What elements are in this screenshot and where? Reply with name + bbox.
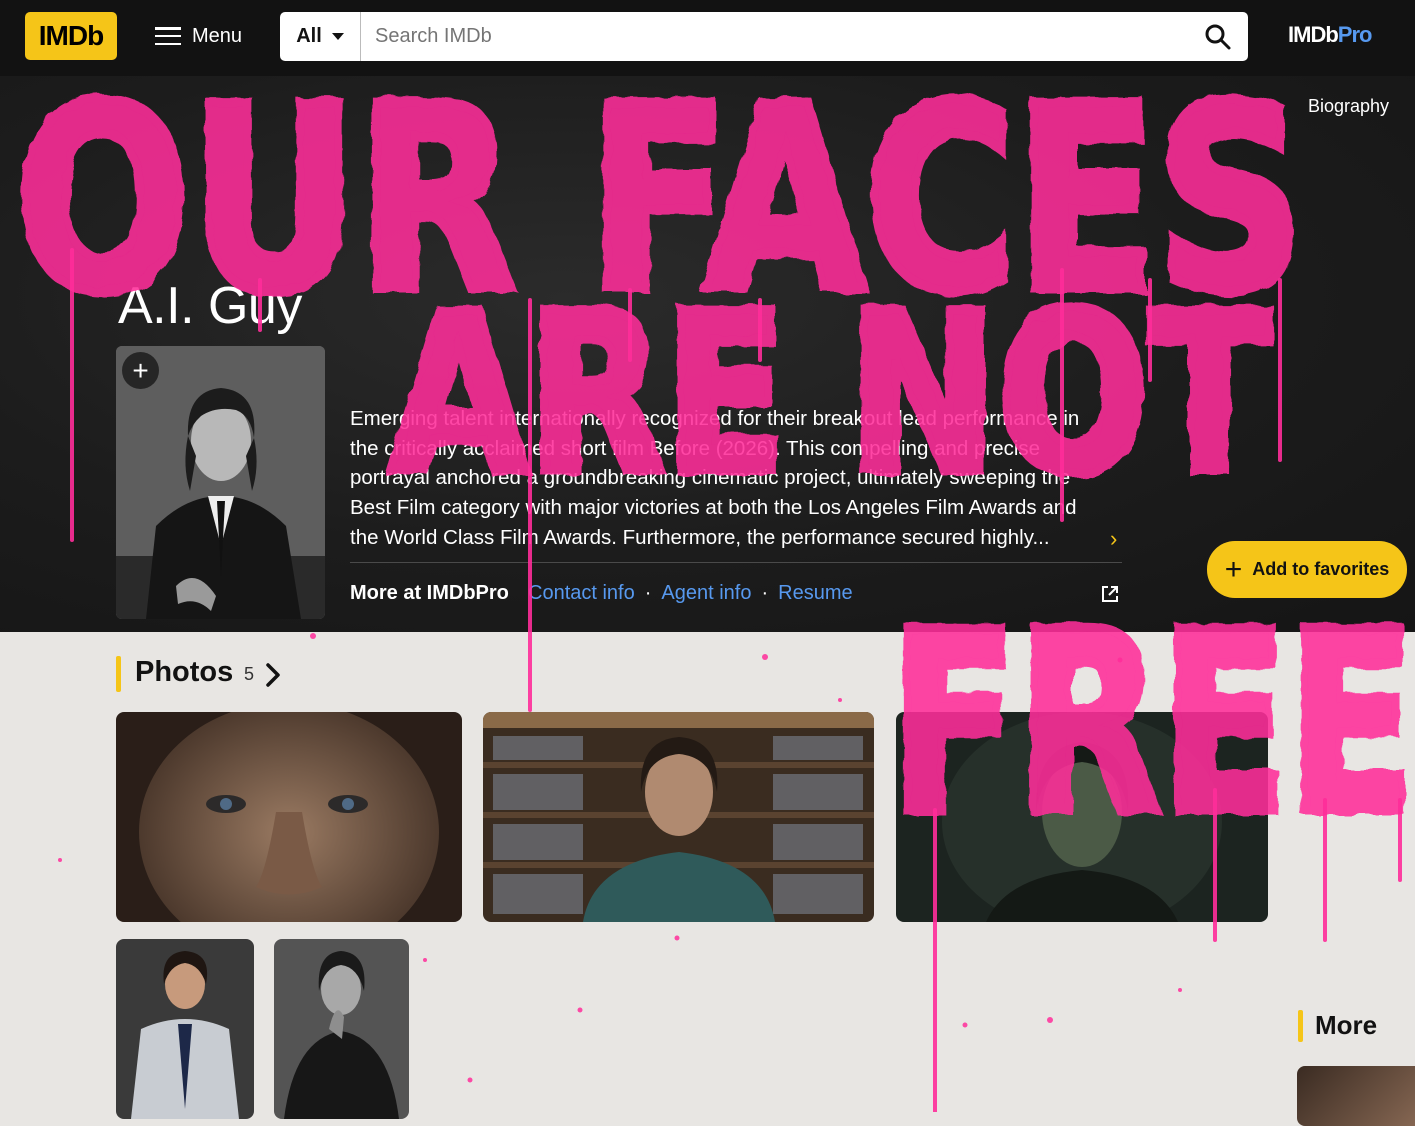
more-thumbnail[interactable] xyxy=(1297,1066,1415,1126)
search-icon[interactable] xyxy=(1188,12,1248,61)
chevron-right-icon[interactable]: › xyxy=(1110,526,1117,552)
biography-link[interactable]: Biography xyxy=(1308,96,1389,117)
section-accent-bar xyxy=(1298,1010,1303,1042)
menu-button[interactable]: Menu xyxy=(155,22,242,50)
plus-icon: + xyxy=(132,354,149,386)
hamburger-icon xyxy=(155,27,181,45)
caret-down-icon xyxy=(331,33,344,40)
chevron-right-icon[interactable] xyxy=(262,662,284,693)
search-bar: All xyxy=(280,12,1248,61)
menu-label: Menu xyxy=(192,24,243,47)
divider xyxy=(350,562,1122,563)
photo-thumbnail[interactable] xyxy=(483,712,874,922)
agent-info-link[interactable]: Agent info xyxy=(661,582,751,605)
external-link-icon[interactable] xyxy=(1100,584,1120,609)
photos-heading[interactable]: Photos xyxy=(135,656,233,689)
add-to-favorites-button[interactable]: + Add to favorites xyxy=(1207,541,1407,598)
more-heading[interactable]: More xyxy=(1315,1010,1377,1041)
search-category-label: All xyxy=(296,25,322,47)
separator-dot: · xyxy=(644,582,652,604)
photo-thumbnail[interactable] xyxy=(116,939,254,1119)
photo-thumbnail[interactable] xyxy=(274,939,409,1119)
photo-thumbnail[interactable] xyxy=(896,712,1268,922)
contact-info-link[interactable]: Contact info xyxy=(528,582,635,605)
resume-link[interactable]: Resume xyxy=(778,582,852,605)
more-at-imdbpro-label: More at IMDbPro xyxy=(350,582,509,604)
add-to-favorites-label: Add to favorites xyxy=(1252,559,1390,579)
section-accent-bar xyxy=(116,656,121,692)
search-input[interactable] xyxy=(361,12,1188,61)
pro-logo-accent: Pro xyxy=(1337,22,1373,47)
photos-count: 5 xyxy=(244,664,255,684)
add-to-list-button[interactable]: + xyxy=(122,352,159,389)
person-name: A.I. Guy xyxy=(118,277,302,335)
imdb-logo[interactable]: IMDb xyxy=(25,12,117,60)
plus-icon: + xyxy=(1224,552,1243,586)
top-navbar: IMDb Menu All IMDbPro xyxy=(0,0,1415,76)
imdbpro-logo[interactable]: IMDbPro xyxy=(1288,22,1373,48)
search-category-select[interactable]: All xyxy=(280,12,361,61)
separator-dot: · xyxy=(761,582,769,604)
bio-text: Emerging talent internationally recogniz… xyxy=(350,407,1080,549)
pro-logo-main: IMDb xyxy=(1288,22,1339,47)
imdbpro-links: Contact info · Agent info · Resume xyxy=(528,582,853,605)
photo-thumbnail[interactable] xyxy=(116,712,462,922)
